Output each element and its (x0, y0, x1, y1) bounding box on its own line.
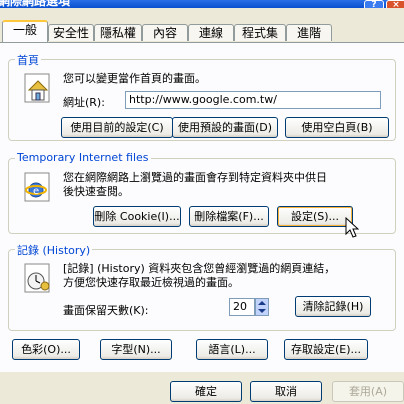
tab-panel-general: 首頁 您可以變更當作首頁的畫面。 網址(R): http://www.googl… (0, 42, 404, 372)
history-legend: 記錄 (History) (15, 242, 93, 258)
mouse-cursor-icon (345, 217, 359, 238)
history-group: 記錄 (History) [記錄] (History) 資料夾包含您曾經瀏覽過的… (8, 242, 396, 331)
colors-button[interactable]: 色彩(O)... (12, 339, 80, 360)
history-clock-icon (24, 263, 50, 293)
homepage-description: 您可以變更當作首頁的畫面。 (63, 72, 206, 85)
fonts-button[interactable]: 字型(N)... (100, 339, 172, 360)
title-bar: 網際網路選項 ? × (0, 0, 404, 8)
home-page-icon (24, 73, 50, 103)
svg-text:e: e (33, 186, 39, 197)
tab-advanced[interactable]: 進階 (286, 24, 332, 41)
languages-button[interactable]: 語言(L)... (196, 339, 268, 360)
temp-files-icon: e (24, 172, 50, 202)
cancel-button[interactable]: 取消 (250, 381, 322, 402)
temp-files-legend: Temporary Internet files (15, 151, 151, 164)
days-spinner[interactable] (255, 298, 269, 316)
tab-content[interactable]: 內容 (142, 24, 188, 41)
close-button[interactable]: × (386, 0, 404, 8)
use-blank-button[interactable]: 使用空白頁(B) (285, 117, 389, 138)
homepage-group: 首頁 您可以變更當作首頁的畫面。 網址(R): http://www.googl… (8, 52, 396, 141)
spinner-arrows-icon (258, 301, 266, 313)
use-current-button[interactable]: 使用目前的設定(C) (61, 117, 173, 138)
settings-button[interactable]: 設定(S)... (277, 206, 353, 227)
tab-privacy[interactable]: 隱私權 (94, 24, 142, 41)
apply-button[interactable]: 套用(A) (332, 381, 404, 402)
days-label: 畫面保留天數(K): (63, 304, 149, 317)
history-description-2: 方便您快速存取最近檢視過的畫面。 (63, 276, 239, 289)
clear-history-button[interactable]: 清除記錄(H) (295, 296, 371, 317)
temp-files-description-2: 後快速查閱。 (63, 185, 129, 198)
help-button[interactable]: ? (364, 0, 384, 8)
address-input[interactable]: http://www.google.com.tw/ (125, 91, 381, 109)
ok-button[interactable]: 確定 (170, 381, 242, 402)
delete-files-button[interactable]: 刪除檔案(F)... (189, 206, 269, 227)
homepage-legend: 首頁 (15, 52, 41, 68)
tab-security[interactable]: 安全性 (48, 24, 94, 41)
temp-files-group: Temporary Internet files e 您在網際網路上瀏覽過的畫面… (8, 151, 396, 238)
days-input[interactable]: 20 (229, 298, 255, 316)
delete-cookies-button[interactable]: 刪除 Cookie(I)... (93, 206, 181, 227)
address-label: 網址(R): (63, 96, 105, 109)
tab-programs[interactable]: 程式集 (234, 24, 286, 41)
accessibility-button[interactable]: 存取設定(E)... (284, 339, 368, 360)
tab-general[interactable]: 一般 (2, 20, 48, 42)
tab-connections[interactable]: 連線 (188, 24, 234, 41)
use-default-button[interactable]: 使用預設的畫面(D) (172, 117, 278, 138)
window-title: 網際網路選項 (0, 0, 71, 8)
